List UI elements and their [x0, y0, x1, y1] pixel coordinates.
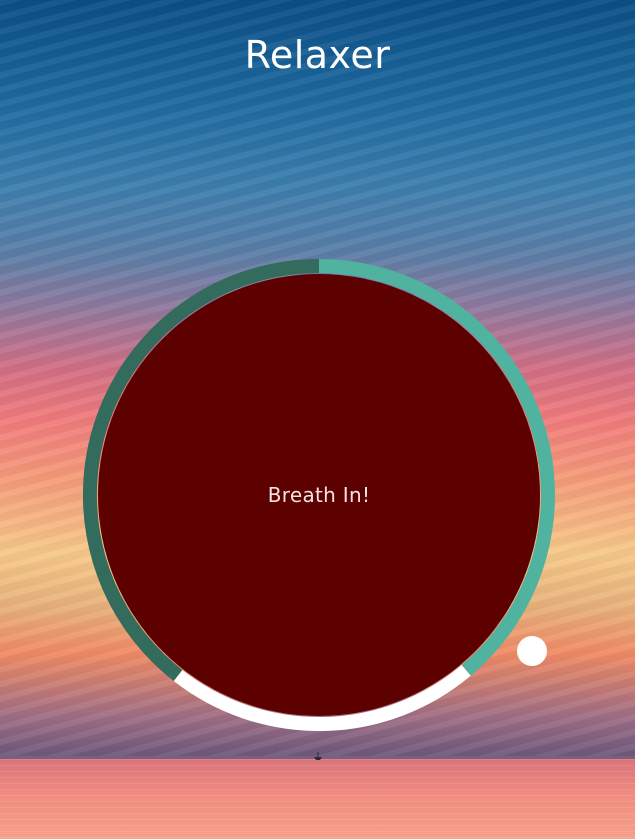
boat-icon [314, 752, 322, 760]
breath-instruction: Breath In! [267, 483, 371, 507]
app-title: Relaxer [244, 33, 391, 78]
breath-circle: Breath In! [98, 274, 540, 716]
sea-waves [0, 759, 635, 839]
progress-pointer [517, 636, 547, 666]
